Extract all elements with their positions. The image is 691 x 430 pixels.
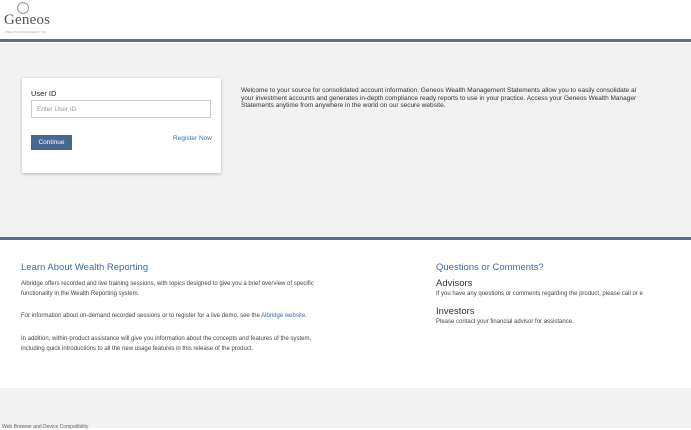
learn-p2-end: .: [305, 313, 307, 319]
footer-links[interactable]: Web Browser and Device Compatibility: [2, 424, 88, 430]
learn-p1-line2: functionality in the Wealth Reporting sy…: [21, 290, 140, 297]
register-now-link[interactable]: Register Now: [173, 135, 212, 142]
welcome-text: Welcome to your source for consolidated …: [241, 87, 691, 110]
learn-p1-line1: Albridge offers recorded and live traini…: [21, 281, 314, 287]
header: Geneos WEALTH MANAGEMENT, INC.: [0, 0, 691, 40]
learn-paragraph-2: For information about on-demand recorded…: [21, 312, 307, 322]
investors-heading: Investors: [436, 306, 475, 317]
login-card: User ID Continue Register Now: [22, 78, 221, 173]
geneos-logo[interactable]: Geneos WEALTH MANAGEMENT, INC.: [4, 2, 64, 36]
continue-button[interactable]: Continue: [31, 135, 72, 150]
advisors-heading: Advisors: [436, 278, 473, 289]
learn-p2-text: For information about on-demand recorded…: [21, 313, 262, 319]
learn-paragraph-3: In addition, within-product assistance w…: [21, 335, 311, 354]
footer: Web Browser and Device Compatibility: [0, 388, 691, 430]
learn-p3-line1: In addition, within-product assistance w…: [21, 336, 312, 342]
header-divider: [0, 39, 691, 42]
learn-p3-line2: including quick introductions to all the…: [21, 345, 254, 352]
logo-wordmark: Geneos: [4, 12, 51, 28]
investors-text: Please contact your financial advisor fo…: [436, 319, 574, 325]
user-id-input[interactable]: [31, 100, 211, 118]
welcome-line-2: your investment accounts and generates i…: [241, 94, 637, 102]
welcome-line-1: Welcome to your source for consolidated …: [241, 87, 637, 94]
welcome-line-3: Statements anytime from anywhere in the …: [241, 102, 446, 109]
albridge-website-link[interactable]: Albridge website: [261, 313, 305, 319]
user-id-label: User ID: [31, 89, 57, 98]
learn-paragraph-1: Albridge offers recorded and live traini…: [21, 280, 314, 299]
logo-tagline: WEALTH MANAGEMENT, INC.: [5, 30, 47, 34]
learn-title: Learn About Wealth Reporting: [21, 262, 149, 273]
questions-title: Questions or Comments?: [436, 262, 544, 273]
advisors-text: If you have any questions or comments re…: [436, 291, 643, 297]
